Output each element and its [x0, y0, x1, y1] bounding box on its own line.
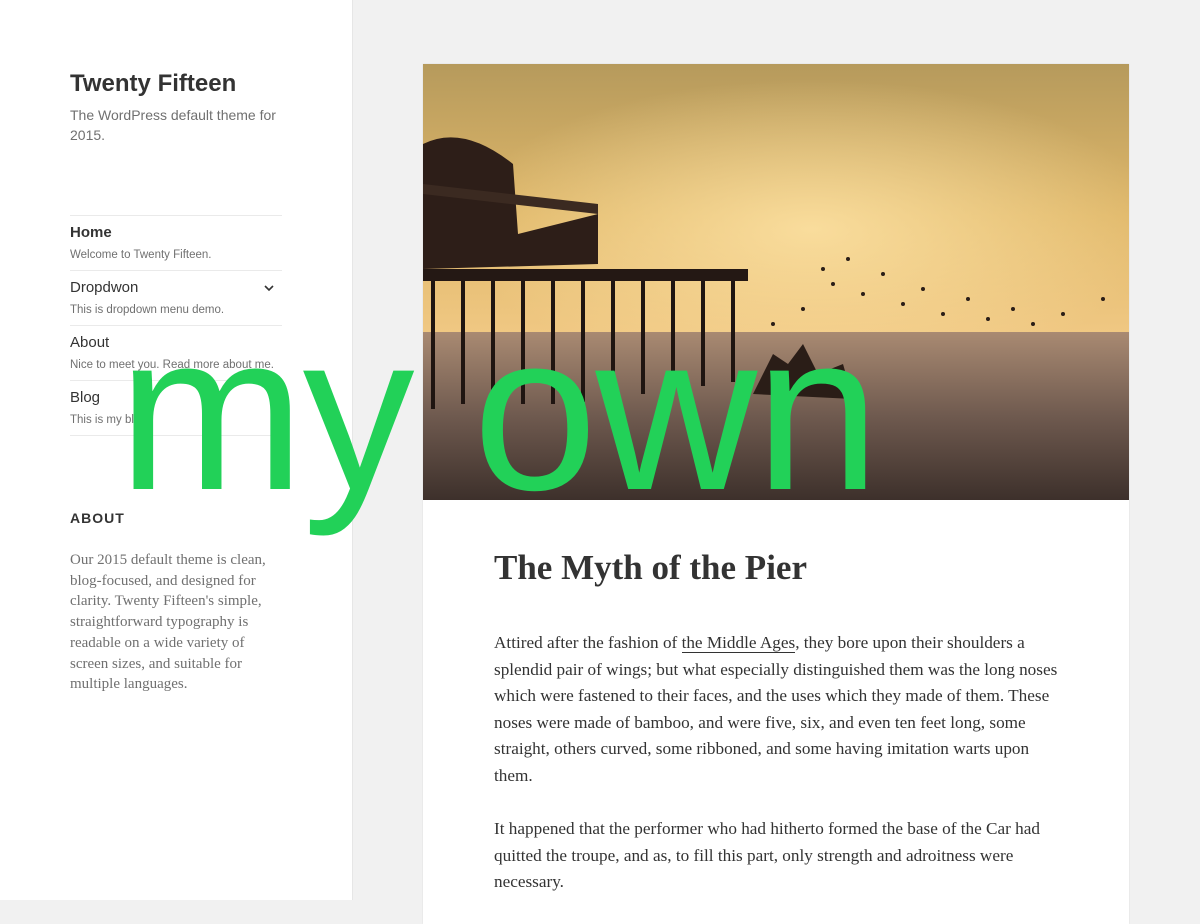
nav-item-description: This is my blog.	[70, 414, 150, 426]
nav-item-dropdown[interactable]: Dropdwon This is dropdown menu demo.	[70, 271, 282, 326]
nav-item-description: Welcome to Twenty Fifteen.	[70, 249, 212, 261]
widget-text: Our 2015 default theme is clean, blog-fo…	[70, 552, 266, 693]
chevron-down-icon[interactable]	[262, 281, 276, 295]
widget-heading: ABOUT	[70, 510, 125, 526]
paragraph-text: Attired after the fashion of	[494, 633, 682, 652]
post-card: The Myth of the Pier Attired after the f…	[423, 64, 1129, 924]
nav-item-blog[interactable]: Blog This is my blog.	[70, 381, 282, 436]
site-description: The WordPress default theme for 2015.	[70, 107, 276, 143]
nav-item-home[interactable]: Home Welcome to Twenty Fifteen.	[70, 216, 282, 271]
post-title[interactable]: The Myth of the Pier	[494, 548, 807, 588]
post-paragraph: Attired after the fashion of the Middle …	[494, 630, 1066, 789]
paragraph-text: , they bore upon their shoulders a splen…	[494, 633, 1058, 785]
middle-ages-link[interactable]: the Middle Ages	[681, 633, 796, 653]
nav-item-description: Nice to meet you. Read more about me.	[70, 359, 274, 371]
nav-item-about[interactable]: About Nice to meet you. Read more about …	[70, 326, 282, 381]
nav-item-label[interactable]: Home	[70, 224, 112, 241]
post-paragraph: It happened that the performer who had h…	[494, 819, 1040, 891]
nav-item-label[interactable]: About	[70, 334, 109, 351]
sidebar: Twenty Fifteen The WordPress default the…	[0, 0, 353, 900]
nav-item-label[interactable]: Dropdwon	[70, 279, 138, 296]
nav-item-description: This is dropdown menu demo.	[70, 304, 225, 316]
nav-item-label[interactable]: Blog	[70, 389, 100, 406]
site-title[interactable]: Twenty Fifteen	[70, 70, 236, 98]
main-navigation: Home Welcome to Twenty Fifteen. Dropdwon…	[70, 215, 282, 436]
featured-image	[423, 64, 1129, 500]
